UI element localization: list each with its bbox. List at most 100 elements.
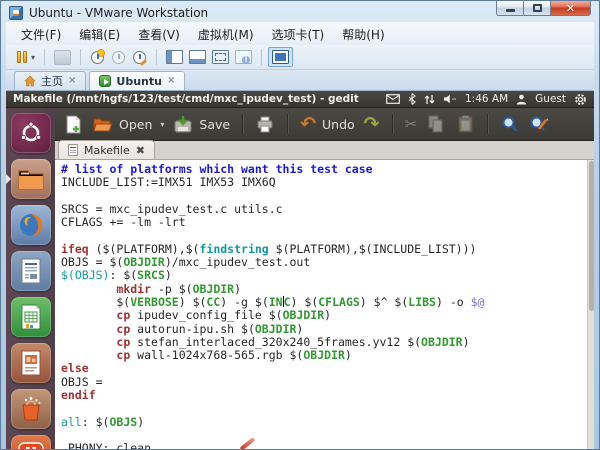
open-dropdown-caret[interactable]: ▾ [160, 120, 164, 129]
code-line[interactable] [61, 429, 594, 442]
scrollbar-thumb[interactable] [589, 161, 594, 311]
undo-button[interactable]: ↶ Undo [300, 116, 355, 132]
code-line[interactable]: INCLUDE_LIST:=IMX51 IMX53 IMX6Q [61, 176, 594, 189]
document-icon [68, 144, 78, 156]
console-view-button[interactable] [268, 47, 293, 67]
new-document-button[interactable] [64, 114, 84, 134]
launcher-item-home-folder[interactable] [11, 159, 51, 199]
open-button[interactable]: Open ▾ [93, 114, 164, 134]
fullscreen-icon [212, 50, 229, 64]
cut-icon: ✂ [405, 115, 418, 133]
clock-indicator[interactable]: 1:46 AM [465, 93, 508, 105]
ubuntu-one-icon [18, 442, 44, 449]
take-snapshot-button[interactable] [87, 48, 108, 67]
libreoffice-impress-icon [19, 349, 43, 377]
files-icon [17, 167, 45, 191]
menu-edit[interactable]: 编辑(E) [70, 24, 129, 45]
vertical-scrollbar[interactable] [587, 160, 594, 449]
code-line[interactable]: cp stefan_interlaced_320x240_5frames.yv1… [61, 336, 594, 349]
launcher-item-ubuntu-dash[interactable] [11, 113, 51, 153]
code-line[interactable]: SRCS = mxc_ipudev_test.c utils.c [61, 203, 594, 216]
code-line[interactable]: # list of platforms which want this test… [61, 163, 594, 176]
doc-tab-close-icon[interactable]: ✖ [136, 144, 145, 157]
doc-tab-makefile[interactable]: Makefile ✖ [58, 140, 155, 159]
tab-ubuntu[interactable]: Ubuntu × [89, 71, 185, 90]
maximize-icon [533, 4, 542, 12]
find-replace-button[interactable] [529, 114, 549, 134]
minimize-button[interactable] [496, 1, 524, 16]
maximize-button[interactable] [524, 1, 551, 16]
bluetooth-indicator-icon[interactable] [408, 93, 416, 105]
menu-file[interactable]: 文件(F) [12, 24, 70, 45]
code-line[interactable]: mkdir -p $(OBJDIR) [61, 283, 594, 296]
code-line[interactable]: $(VERBOSE) $(CC) -g $(INC) $(CFLAGS) $^ … [61, 296, 594, 309]
launcher-item-libreoffice-writer[interactable] [11, 251, 51, 291]
code-line[interactable]: CFLAGS += -lm -lrt [61, 216, 594, 229]
find-button[interactable] [500, 114, 520, 134]
code-line[interactable]: cp autorun-ipu.sh $(OBJDIR) [61, 323, 594, 336]
menu-help[interactable]: 帮助(H) [333, 24, 393, 45]
show-thumbnail-bar-button[interactable] [186, 48, 209, 66]
play-icon [99, 75, 111, 87]
code-line[interactable]: cp wall-1024x768-565.rgb $(OBJDIR) [61, 349, 594, 362]
libreoffice-writer-icon [19, 257, 43, 285]
code-line[interactable]: cp ipudev_config_file $(OBJDIR) [61, 309, 594, 322]
gedit-text-area[interactable]: # list of platforms which want this test… [55, 160, 594, 449]
code-line[interactable]: all: $(OBJS) [61, 416, 594, 429]
manage-snapshots-button[interactable] [129, 48, 150, 67]
close-icon: ✕ [566, 3, 575, 14]
copy-button[interactable] [426, 114, 446, 134]
undo-label: Undo [322, 117, 355, 132]
vm-tab-strip: 主页 × Ubuntu × [6, 70, 594, 91]
tab-home-close-icon[interactable]: × [68, 76, 76, 86]
launcher-item-ubuntu-software-center[interactable] [11, 389, 51, 429]
firefox-icon [17, 211, 45, 239]
launcher-item-libreoffice-calc[interactable] [11, 297, 51, 337]
menu-bar: 文件(F) 编辑(E) 查看(V) 虚拟机(M) 选项卡(T) 帮助(H) [6, 22, 594, 45]
menu-view[interactable]: 查看(V) [129, 24, 189, 45]
save-button[interactable]: Save [173, 114, 230, 134]
redo-button[interactable]: ↷ [364, 116, 380, 132]
send-ctrl-alt-del-button[interactable] [51, 48, 74, 67]
paste-button[interactable] [455, 114, 475, 134]
code-line[interactable]: OBJS = [61, 376, 594, 389]
volume-indicator-icon[interactable] [443, 94, 457, 104]
code-line[interactable] [61, 402, 594, 415]
pause-button[interactable]: ▾ [14, 49, 38, 65]
show-sidebar-button[interactable] [163, 48, 186, 66]
mail-indicator-icon[interactable] [386, 94, 400, 104]
save-icon [173, 114, 193, 134]
tab-ubuntu-close-icon[interactable]: × [167, 76, 175, 86]
tab-home[interactable]: 主页 × [14, 71, 86, 90]
code-line[interactable]: OBJS = $(OBJDIR)/mxc_ipudev_test.out [61, 256, 594, 269]
code-line[interactable] [61, 229, 594, 242]
code-line[interactable] [61, 190, 594, 203]
print-button[interactable] [255, 114, 275, 134]
open-icon [93, 114, 113, 134]
home-icon [24, 75, 36, 87]
cut-button[interactable]: ✂ [405, 115, 418, 133]
code-line[interactable]: .PHONY: clean [61, 442, 594, 449]
unity-mode-button[interactable] [232, 48, 255, 66]
user-indicator-label[interactable]: Guest [535, 93, 566, 105]
fullscreen-button[interactable] [209, 48, 232, 66]
launcher-item-ubuntu-one[interactable] [11, 435, 51, 449]
close-button[interactable]: ✕ [551, 1, 591, 16]
pause-dropdown-caret[interactable]: ▾ [31, 53, 35, 62]
network-indicator-icon[interactable] [424, 94, 435, 105]
menu-vm[interactable]: 虚拟机(M) [189, 24, 263, 45]
menu-tabs[interactable]: 选项卡(T) [263, 24, 334, 45]
take-snapshot-icon [91, 51, 104, 64]
vm-desktop: Open ▾ Save [6, 108, 594, 449]
code-line[interactable]: $(OBJS): $(SRCS) [61, 269, 594, 282]
session-gear-icon[interactable] [574, 93, 587, 106]
code-line[interactable]: else [61, 362, 594, 375]
code-line[interactable]: endif [61, 389, 594, 402]
launcher-item-firefox[interactable] [11, 205, 51, 245]
paste-icon [455, 114, 475, 134]
user-indicator-icon[interactable] [516, 94, 527, 105]
revert-snapshot-button[interactable] [108, 48, 129, 67]
launcher-item-libreoffice-impress[interactable] [11, 343, 51, 383]
print-icon [255, 114, 275, 134]
code-line[interactable]: ifeq ($(PLATFORM),$(findstring $(PLATFOR… [61, 243, 594, 256]
